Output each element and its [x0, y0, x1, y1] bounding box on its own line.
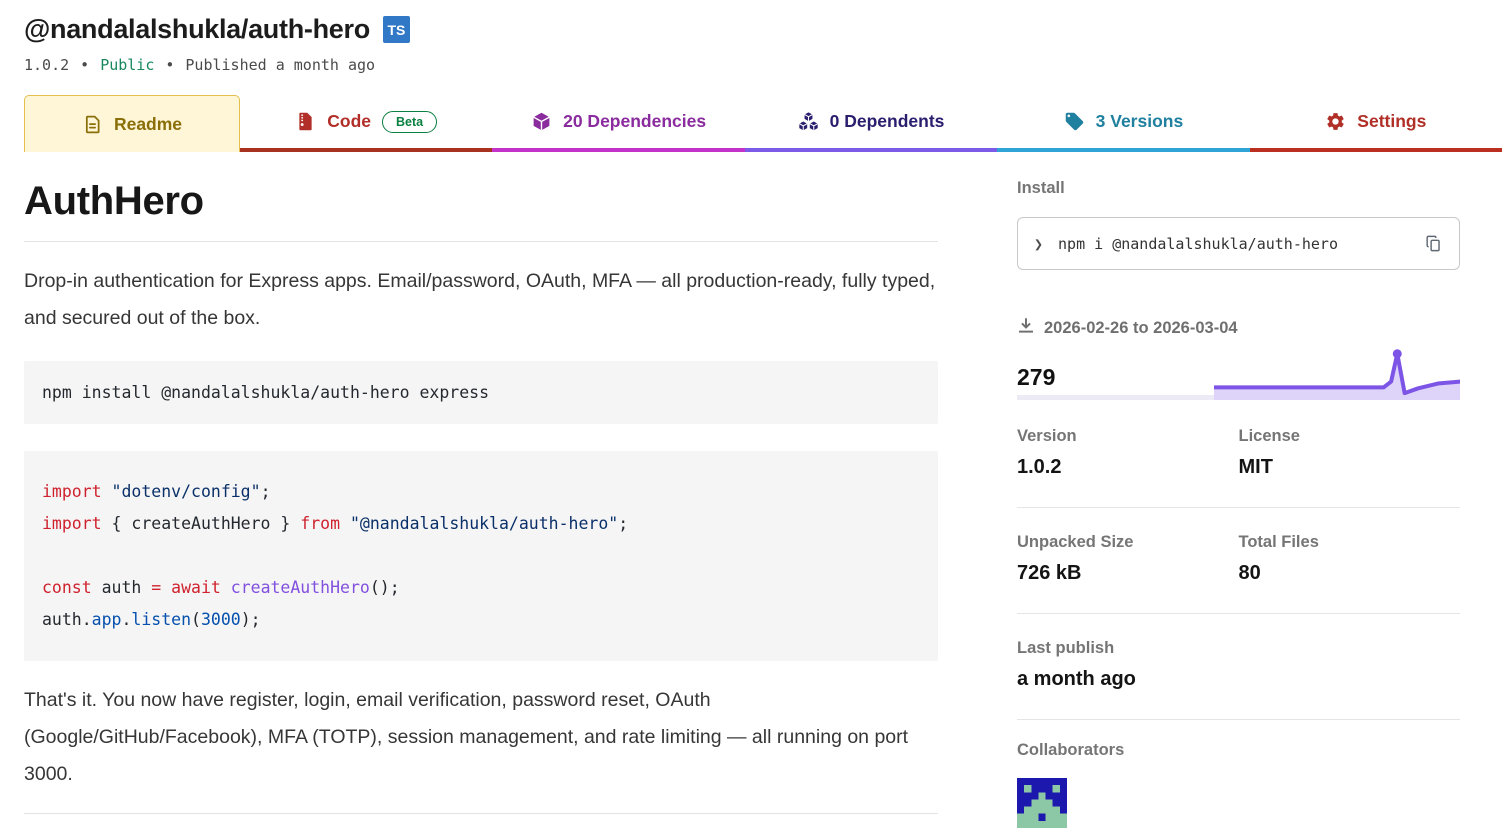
stat-value: MIT [1239, 456, 1461, 479]
typescript-badge: TS [383, 16, 410, 43]
install-heading: Install [1017, 179, 1460, 198]
stat-label: Unpacked Size [1017, 533, 1239, 552]
code-line: auth.app.listen(3000); [42, 604, 920, 636]
package-version: 1.0.2 [24, 56, 69, 74]
stat-version: Version 1.0.2 [1017, 427, 1239, 479]
tab-label: Readme [114, 114, 182, 135]
tab-code[interactable]: Code Beta [240, 95, 492, 152]
install-command-box: ❯ npm i @nandalalshukla/auth-hero [1017, 217, 1460, 270]
tab-label: 0 Dependents [830, 111, 945, 132]
visibility-badge: Public [100, 56, 154, 74]
sidebar: Install ❯ npm i @nandalalshukla/auth-her… [1017, 179, 1460, 828]
prompt-chevron-icon: ❯ [1034, 235, 1043, 253]
tab-label: Code [327, 111, 371, 132]
tab-dependents[interactable]: 0 Dependents [745, 95, 997, 152]
tab-label: 20 Dependencies [563, 111, 706, 132]
package-meta: 1.0.2 • Public • Published a month ago [24, 56, 1478, 74]
install-code-block: npm install @nandalalshukla/auth-hero ex… [24, 361, 938, 424]
tab-dependencies[interactable]: 20 Dependencies [492, 95, 744, 152]
tab-label: 3 Versions [1096, 111, 1184, 132]
tab-settings[interactable]: Settings [1250, 95, 1502, 152]
stat-label: Last publish [1017, 639, 1239, 658]
readme-panel: AuthHero Drop-in authentication for Expr… [24, 179, 938, 828]
stat-value: 1.0.2 [1017, 456, 1239, 479]
package-header: @nandalalshukla/auth-hero TS 1.0.2 • Pub… [0, 0, 1502, 74]
code-line: import "dotenv/config"; [42, 476, 920, 508]
stat-license: License MIT [1239, 427, 1461, 479]
readme-doc-icon [82, 114, 103, 135]
tab-label: Settings [1357, 111, 1426, 132]
downloads-section: 2026-02-26 to 2026-03-04 279 [1017, 317, 1460, 400]
code-line: import { createAuthHero } from "@nandala… [42, 508, 920, 540]
dependents-cubes-icon [798, 111, 819, 132]
collaborator-avatar[interactable] [1017, 778, 1067, 828]
section-divider [24, 813, 938, 814]
tab-bar: Readme Code Beta 20 Dependencies 0 Dependent… [0, 95, 1502, 152]
readme-outro-paragraph: That's it. You now have register, login,… [24, 682, 938, 793]
stat-value: 80 [1239, 562, 1461, 585]
stat-total-files: Total Files 80 [1239, 533, 1461, 585]
dependencies-cube-icon [531, 111, 552, 132]
download-icon [1017, 317, 1035, 340]
code-line [42, 540, 920, 572]
code-line: const auth = await createAuthHero(); [42, 572, 920, 604]
downloads-date-range: 2026-02-26 to 2026-03-04 [1044, 319, 1238, 338]
copy-icon[interactable] [1424, 234, 1443, 253]
stat-value: 726 kB [1017, 562, 1239, 585]
readme-heading: AuthHero [24, 179, 938, 224]
collaborators-heading: Collaborators [1017, 741, 1460, 760]
published-date: Published a month ago [185, 56, 375, 74]
stat-row: Unpacked Size 726 kBTotal Files 80 [1017, 508, 1460, 614]
stat-label: License [1239, 427, 1461, 446]
versions-tag-icon [1064, 111, 1085, 132]
code-zip-icon [295, 111, 316, 132]
downloads-sparkline-chart [1214, 346, 1460, 400]
stat-last-publish: Last publish a month ago [1017, 639, 1239, 691]
readme-intro-paragraph: Drop-in authentication for Express apps.… [24, 263, 938, 337]
meta-separator: • [80, 56, 89, 74]
stat-label: Version [1017, 427, 1239, 446]
settings-gear-icon [1325, 111, 1346, 132]
meta-separator: • [165, 56, 174, 74]
collaborators-section: Collaborators [1017, 720, 1460, 828]
stat-label: Total Files [1239, 533, 1461, 552]
stat-value: a month ago [1017, 668, 1239, 691]
stat-unpacked-size: Unpacked Size 726 kB [1017, 533, 1239, 585]
usage-code-block: import "dotenv/config";import { createAu… [24, 451, 938, 661]
heading-divider [24, 241, 938, 242]
weekly-downloads-count: 279 [1017, 364, 1055, 391]
tab-readme[interactable]: Readme [24, 95, 240, 152]
package-stats: Version 1.0.2License MIT Unpacked Size 726 k… [1017, 400, 1460, 720]
install-command: npm i @nandalalshukla/auth-hero [1058, 235, 1424, 253]
tab-versions[interactable]: 3 Versions [997, 95, 1249, 152]
package-title: @nandalalshukla/auth-hero [24, 14, 370, 45]
stat-row: Last publish a month ago [1017, 614, 1460, 720]
beta-badge: Beta [382, 111, 437, 133]
stat-row: Version 1.0.2License MIT [1017, 400, 1460, 508]
